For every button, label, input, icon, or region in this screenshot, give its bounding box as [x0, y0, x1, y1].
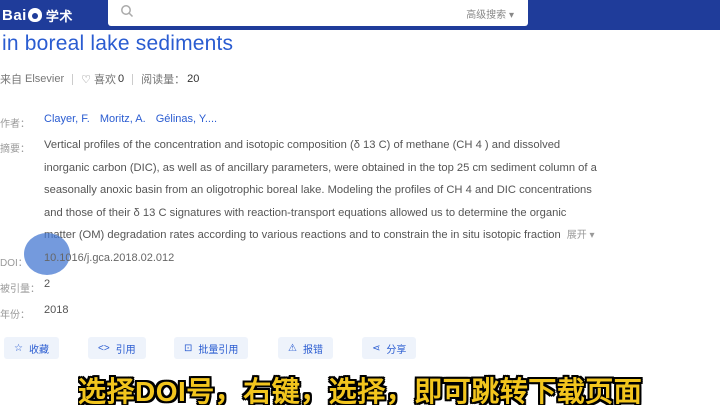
reads-count: 20: [187, 73, 200, 85]
author-list: Clayer, F. Moritz, A. Gélinas, Y....: [44, 113, 217, 125]
favorite-button[interactable]: ☆ 收藏: [4, 337, 59, 359]
authors-label: 作者：: [0, 119, 30, 130]
year-label: 年份：: [0, 310, 30, 321]
paper-title[interactable]: in boreal lake sediments: [2, 32, 233, 56]
share-icon: ⋖: [372, 342, 381, 354]
meta-row: 来自 Elsevier ♡ 喜欢 0 阅读量： 20: [0, 71, 199, 87]
likes-count: 0: [118, 73, 125, 85]
abstract-line-text: matter (OM) degradation rates according …: [44, 229, 561, 242]
baidu-scholar-logo[interactable]: Bai 学术: [2, 5, 73, 25]
report-error-button[interactable]: ⚠ 报错: [278, 337, 333, 359]
abstract-line: and those of their δ 13 C signatures wit…: [44, 206, 567, 219]
abstract-line: inorganic carbon (DIC), as well as of an…: [44, 161, 597, 174]
action-bar: ☆ 收藏 <> 引用 ⊡ 批量引用 ⚠ 报错 ⋖ 分享: [0, 337, 720, 359]
abstract-text: Vertical profiles of the concentration a…: [44, 134, 694, 248]
year-value: 2018: [44, 304, 69, 316]
code-icon: <>: [98, 342, 110, 354]
doi-link[interactable]: 10.1016/j.gca.2018.02.012: [44, 252, 174, 264]
heart-icon[interactable]: ♡: [81, 73, 91, 86]
paw-icon: [27, 8, 42, 22]
abstract-label: 摘要：: [0, 144, 30, 155]
source-prefix: 来自: [0, 74, 22, 86]
search-icon: [120, 4, 134, 23]
likes-label: 喜欢: [94, 74, 116, 86]
author-link[interactable]: Gélinas, Y....: [156, 113, 217, 125]
abstract-line: matter (OM) degradation rates according …: [44, 224, 694, 248]
source-name[interactable]: Elsevier: [25, 73, 64, 85]
cited-label: 被引量：: [0, 284, 40, 295]
author-link[interactable]: Clayer, F.: [44, 113, 90, 125]
video-caption: 选择DOI号，右键，选择，即可跳转下载页面: [78, 376, 643, 405]
top-bar: Bai 学术 高级搜索 ▾: [0, 0, 720, 30]
divider: [132, 73, 134, 85]
share-label: 分享: [386, 344, 407, 356]
expand-button[interactable]: 展开 ▾: [567, 230, 595, 241]
share-button[interactable]: ⋖ 分享: [362, 337, 417, 359]
search-input[interactable]: 高级搜索 ▾: [108, 0, 528, 26]
author-link[interactable]: Moritz, A.: [100, 113, 146, 125]
report-error-label: 报错: [302, 344, 323, 356]
doi-label: DOI：: [0, 258, 28, 269]
abstract-line: seasonally anoxic basin from an oligotro…: [44, 184, 592, 197]
batch-cite-label: 批量引用: [198, 344, 239, 356]
cite-label: 引用: [115, 344, 136, 356]
logo-text: Bai: [2, 6, 27, 24]
logo-suffix: 学术: [45, 8, 73, 24]
advanced-search-dropdown[interactable]: 高级搜索 ▾: [466, 6, 514, 21]
favorite-label: 收藏: [28, 344, 49, 356]
batch-cite-button[interactable]: ⊡ 批量引用: [174, 337, 249, 359]
cite-button[interactable]: <> 引用: [88, 337, 146, 359]
batch-icon: ⊡: [184, 342, 193, 354]
cited-count: 2: [44, 278, 51, 290]
warning-icon: ⚠: [288, 342, 297, 354]
star-icon: ☆: [14, 342, 23, 354]
abstract-line: Vertical profiles of the concentration a…: [44, 139, 561, 151]
divider: [72, 73, 74, 85]
reads-label: 阅读量：: [141, 74, 186, 86]
